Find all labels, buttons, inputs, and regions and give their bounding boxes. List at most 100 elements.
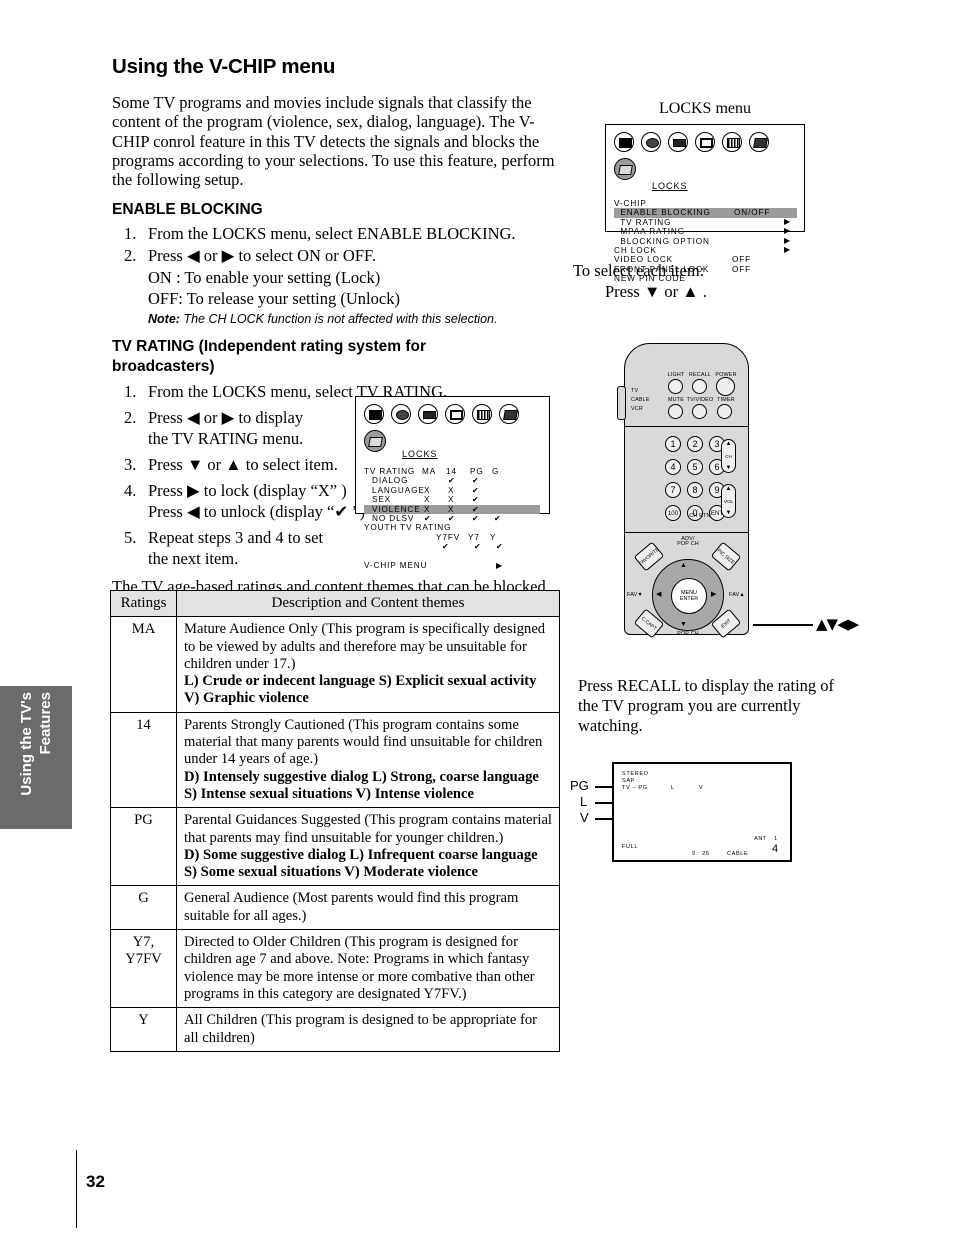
keypad-button-7[interactable]: 7 (665, 482, 681, 498)
setup-icon (445, 404, 465, 424)
locks-menu-row-label: TV RATING (614, 217, 672, 227)
dpad-up-icon[interactable]: ▲ (680, 561, 687, 569)
tv-rating-mark: ✔ (494, 513, 502, 523)
keypad-button-1[interactable]: 1 (665, 436, 681, 452)
locks-menu-figure: LOCKS menu LOCKS V-CHIP ENABLE BLOCKING O… (605, 100, 805, 283)
dpad-right-icon[interactable]: ▶ (711, 590, 716, 598)
locks-menu-row[interactable]: TV RATING ▶ (614, 217, 797, 227)
rating-cell: G (110, 885, 177, 931)
enable-blocking-off-line: OFF: To release your setting (Unlock) (148, 289, 400, 309)
recall-button[interactable] (692, 379, 707, 394)
osd-ant-label: ANT (754, 836, 767, 842)
keypad-button-100[interactable]: 100 (665, 505, 681, 521)
tv-icon (364, 404, 384, 424)
divider-2 (625, 532, 748, 533)
chevron-up-icon: ▲ (725, 441, 732, 447)
step-text: Press ▶ to lock (display “X” ) (148, 481, 347, 501)
dpad-callout-arrows: ▲▼◀▶ (816, 615, 859, 633)
mode-switch[interactable] (617, 386, 626, 420)
page-title: Using the V-CHIP menu (112, 55, 336, 78)
label-vcr: VCR (631, 406, 643, 412)
tv-rating-row[interactable]: DIALOG ✔ ✔ (364, 476, 540, 485)
heading-enable-blocking: ENABLE BLOCKING (112, 201, 263, 219)
locks-menu-row[interactable]: MPAA RATING ▶ (614, 226, 797, 237)
tv-rating-row[interactable]: LANGUAGE X X ✔ (364, 486, 540, 495)
volume-rocker[interactable]: ▲ VOL ▼ (721, 484, 736, 518)
locks-icon (749, 132, 769, 152)
mute-button[interactable] (668, 404, 683, 419)
rating-cell: Y7, Y7FV (110, 929, 177, 1009)
step-text: Press ▼ or ▲ to select item. (148, 455, 338, 475)
keypad-button-8[interactable]: 8 (687, 482, 703, 498)
youth-rating-mark: ✔ (496, 542, 504, 552)
youth-rating-mark-row[interactable]: ✔ ✔ ✔ (364, 542, 540, 551)
tv-rating-col-header: 14 (446, 467, 457, 476)
description-cell: All Children (This program is designed t… (176, 1007, 560, 1052)
locks-menu-row-label: MPAA RATING (614, 227, 685, 237)
step-number: 2. (124, 246, 137, 266)
tv-rating-row-label: LANGUAGE (372, 485, 425, 495)
osd-full: FULL (622, 844, 639, 850)
enable-blocking-note: Note: The CH LOCK function is not affect… (112, 311, 562, 327)
tv-rating-row[interactable]: VIOLENCE X X ✔ (364, 504, 540, 514)
tv-rating-mark: ✔ (472, 485, 480, 495)
tv-rating-row-label: SEX (372, 495, 392, 505)
description-text: Mature Audience Only (This program is sp… (184, 621, 546, 672)
direction-pad[interactable]: ▲ ▼ ◀ ▶ MENU ENTER (652, 559, 724, 631)
tv-screen-display: STEREO SAP TV – PG L V FULL 9 : 25 CABLE… (612, 762, 792, 862)
osd-channel: 4 (772, 843, 779, 855)
tv-rating-mark: X (424, 504, 431, 514)
tv-rating-footer-row[interactable]: V-CHIP MENU ▶ (364, 561, 540, 570)
keypad-button-2[interactable]: 2 (687, 436, 703, 452)
col-header-description: Description and Content themes (176, 589, 560, 618)
remote-body: TV CABLE VCR LIGHT RECALL POWER MUTE TV/… (617, 343, 749, 639)
side-tab-text: Using the TV's Features (0, 686, 72, 829)
keypad-button-5[interactable]: 5 (687, 459, 703, 475)
favorite-button[interactable]: FAVORITE (633, 541, 665, 572)
tv-rating-row[interactable]: NO DLSV ✔ ✔ ✔ ✔ (364, 514, 540, 523)
step-number: 5. (124, 528, 137, 548)
power-button[interactable] (716, 377, 735, 396)
channel-rocker[interactable]: ▲ CH ▼ (721, 439, 736, 473)
tv-video-button[interactable] (692, 404, 707, 419)
callout-l: L (580, 794, 588, 809)
chevron-right-icon: ▶ (784, 226, 792, 236)
rating-cell: MA (110, 616, 177, 713)
chevron-right-icon: ▶ (784, 235, 792, 245)
osd-flag-v: V (699, 785, 704, 791)
table-row: Y All Children (This program is designed … (110, 1007, 560, 1052)
locks-menu-row[interactable]: ENABLE BLOCKING ON/OFF (614, 208, 797, 218)
select-hint: To select each item: Press ▼ or ▲ . (573, 260, 707, 302)
locks-menu-row[interactable]: BLOCKING OPTION ▶ (614, 235, 797, 246)
locks-menu-row[interactable]: CH LOCK ▶ (614, 245, 797, 255)
tv-screen-figure: PG L V STEREO SAP TV – PG L V FULL 9 : 2… (570, 757, 800, 875)
youth-rating-label: YOUTH TV RATING (364, 523, 452, 533)
dpad-down-icon[interactable]: ▼ (680, 620, 687, 628)
osd-flag-l: L (671, 785, 675, 791)
page-number: 32 (86, 1172, 105, 1191)
osd-sap: SAP (622, 778, 635, 784)
osd-ant-value: 1 (774, 836, 778, 842)
locks-menu-row[interactable]: V-CHIP (614, 199, 797, 208)
tv-rating-mark: ✔ (448, 513, 456, 523)
content-themes-text: D) Some suggestive dialog L) Infrequent … (184, 846, 538, 881)
tv-rating-col-header: MA (422, 467, 437, 476)
timer-button[interactable] (717, 404, 732, 419)
page-rule (76, 1150, 77, 1228)
tv-rating-mark: X (424, 485, 431, 495)
youth-rating-label-row: YOUTH TV RATING (364, 523, 540, 532)
step-number: 2. (124, 408, 137, 428)
pic-size-button[interactable]: PIC SIZE (710, 541, 742, 572)
menu-enter-button[interactable]: MENU ENTER (671, 578, 707, 614)
tv-rating-row[interactable]: SEX X X ✔ (364, 495, 540, 504)
light-button[interactable] (668, 379, 683, 394)
divider-1 (625, 426, 748, 427)
step-item: 2. Press ◀ or ▶ to select ON or OFF. (112, 245, 562, 266)
osd-tv-pg: TV – PG (622, 785, 648, 791)
remote-control-figure: TV CABLE VCR LIGHT RECALL POWER MUTE TV/… (608, 338, 859, 639)
video-input-icon (418, 404, 438, 424)
dpad-left-icon[interactable]: ◀ (656, 590, 661, 598)
osd-stereo: STEREO (622, 771, 649, 777)
label-ch-rtn: CH RTN (689, 513, 711, 519)
keypad-button-4[interactable]: 4 (665, 459, 681, 475)
